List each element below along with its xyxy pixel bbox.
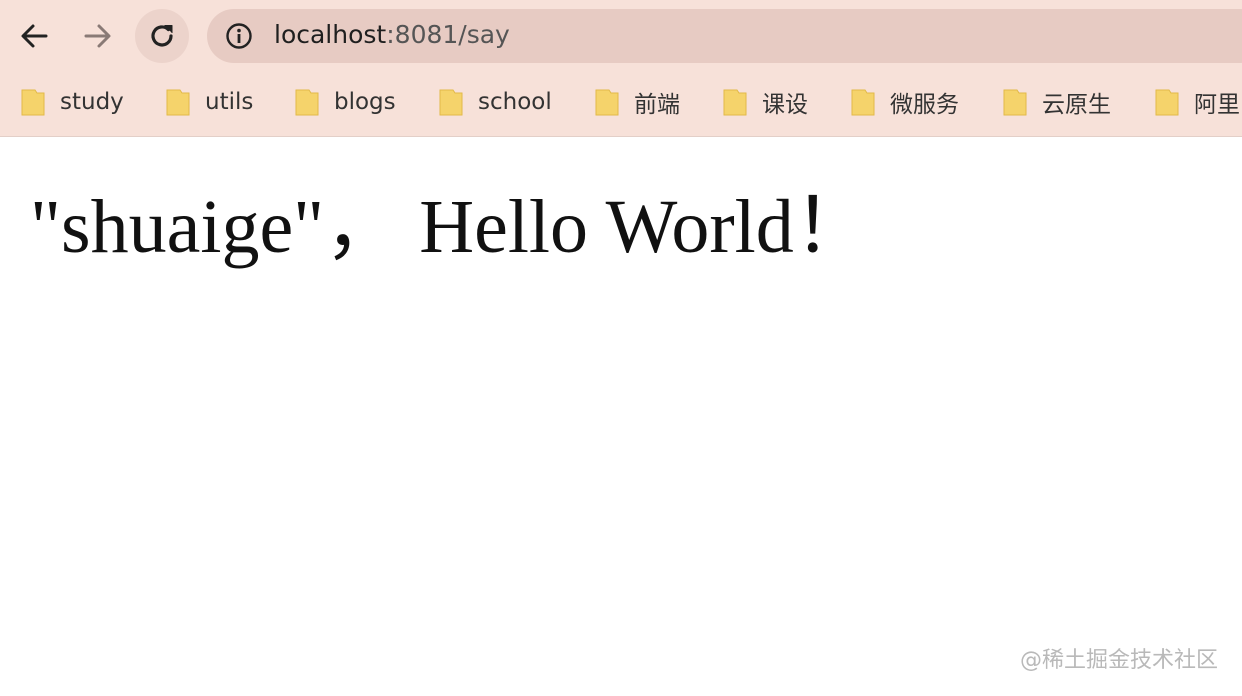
reload-button[interactable] [135,9,189,63]
bookmark-label: 云原生 [1042,92,1111,118]
folder-icon [595,89,619,116]
bookmark-label: study [60,89,124,115]
folder-icon [295,89,319,116]
address-bar[interactable]: localhost:8081/say [207,9,1242,63]
browser-chrome: localhost:8081/say study utils blogs sch… [0,0,1242,137]
forward-button[interactable] [71,9,125,63]
bookmark-label: utils [205,89,254,115]
url-text[interactable]: localhost:8081/say [274,20,510,49]
bookmarks-bar: study utils blogs school 前端 课设 微服务 云原生 阿… [0,76,1242,128]
url-host: localhost [274,20,387,49]
info-icon[interactable] [225,22,253,50]
bookmark-label: 课设 [762,92,808,118]
bookmark-microservices[interactable]: 微服务 [850,83,959,121]
arrow-left-icon [21,24,48,48]
bookmark-label: 微服务 [890,92,959,118]
bookmark-label: blogs [334,89,396,115]
bookmark-study[interactable]: study [20,83,124,121]
url-path: :8081/say [386,20,510,49]
page-content: "shuaige"， Hello World！ @稀土掘金技术社区 [0,137,1242,696]
bookmark-label: 前端 [634,92,680,118]
folder-icon [439,89,463,116]
bookmark-school[interactable]: school [438,83,552,121]
bookmark-course-design[interactable]: 课设 [722,83,808,121]
bookmark-blogs[interactable]: blogs [294,83,396,121]
back-button[interactable] [7,9,61,63]
folder-icon [1155,89,1179,116]
folder-icon [21,89,45,116]
folder-icon [166,89,190,116]
greeting-text: "shuaige"， Hello World！ [30,185,870,269]
folder-icon [723,89,747,116]
watermark: @稀土掘金技术社区 [1019,648,1218,673]
bookmark-label: school [478,89,552,115]
bookmark-frontend[interactable]: 前端 [594,83,680,121]
arrow-right-icon [84,24,111,48]
folder-icon [851,89,875,116]
bookmark-cloud-native[interactable]: 云原生 [1002,83,1111,121]
browser-toolbar: localhost:8081/say [0,0,1242,72]
bookmark-alibaba[interactable]: 阿里 [1154,83,1240,121]
reload-icon [151,25,173,47]
folder-icon [1003,89,1027,116]
bookmark-utils[interactable]: utils [165,83,253,121]
bookmark-label: 阿里 [1194,92,1240,118]
